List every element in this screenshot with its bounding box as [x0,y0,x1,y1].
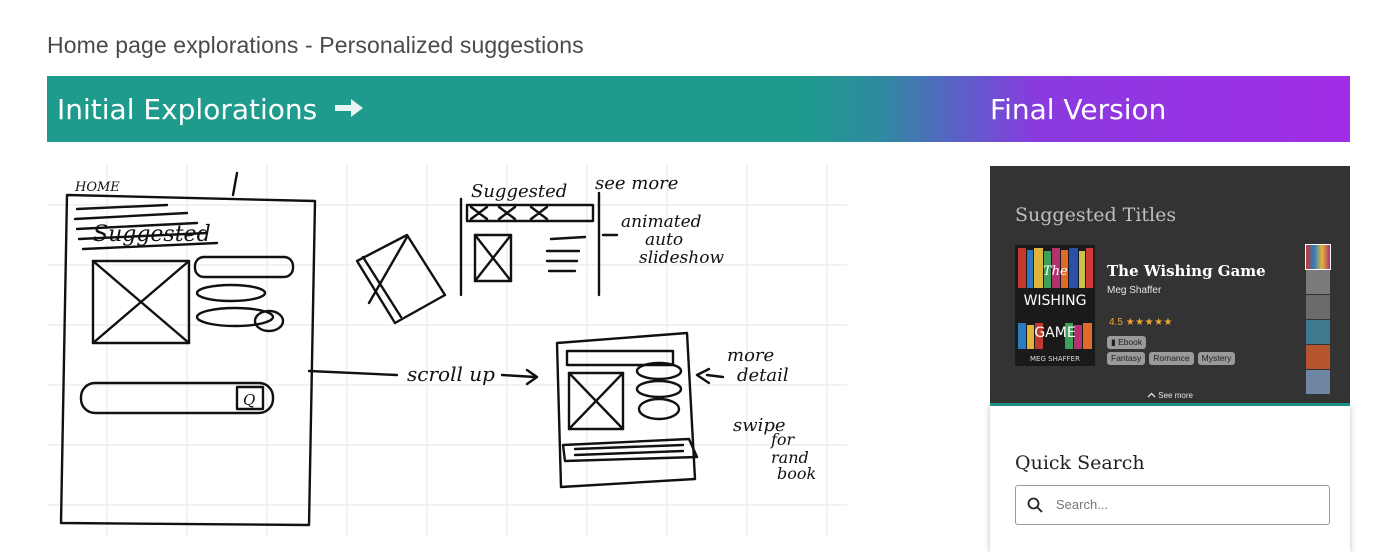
carousel-thumbnail[interactable] [1306,270,1330,294]
quick-search-heading: Quick Search [1015,452,1145,474]
search-field[interactable] [1015,485,1330,525]
ebook-icon: ▮ [1111,337,1116,347]
genre-tag[interactable]: Mystery [1197,352,1236,365]
sketch-suggested-top: Suggested [471,181,567,202]
suggested-titles-card: Suggested Titles The WISHING GAME MEG SH… [990,166,1350,403]
sketch-more: more [727,345,774,366]
genre-tags: Fantasy Romance Mystery [1107,352,1236,365]
carousel-thumbnail[interactable] [1306,345,1330,369]
final-version-mockup: Suggested Titles The WISHING GAME MEG SH… [990,166,1350,552]
chevron-up-icon [1147,391,1158,400]
carousel-thumbnails [1305,244,1331,395]
format-label: Ebook [1118,337,1143,347]
rating-stars: ★★★★★ [1125,317,1174,328]
search-input[interactable] [1056,486,1316,522]
rating-value: 4.5 [1109,317,1123,328]
suggested-titles-heading: Suggested Titles [1015,204,1177,226]
right-arrow-icon [333,93,365,126]
carousel-thumbnail[interactable] [1306,295,1330,319]
sketch-detail-phone [555,331,697,489]
book-cover[interactable]: The WISHING GAME MEG SHAFFER [1015,245,1095,366]
final-version-label: Final Version [990,92,1167,126]
sketch-detail: detail [737,365,789,386]
cover-text-the: The [1043,264,1068,279]
initial-explorations-label: Initial Explorations [57,92,318,126]
carousel-thumbnail[interactable] [1305,244,1331,270]
sketch-scroll-up: scroll up [407,362,495,386]
book-title[interactable]: The Wishing Game [1107,262,1266,280]
search-icon [1027,497,1043,513]
format-badge: ▮ Ebook [1107,336,1147,349]
section-banner: Initial Explorations Final Version [47,76,1350,142]
sketch-home-label: HOME [74,180,120,195]
see-more-label: See more [1158,391,1193,400]
carousel-thumbnail[interactable] [1306,320,1330,344]
cover-text-wishing: WISHING [1024,293,1087,309]
cover-text-game: GAME [1034,325,1075,341]
genre-tag[interactable]: Romance [1149,352,1194,365]
sketch-suggested-label: Suggested [93,222,211,247]
sketch-image: HOME Suggested Q scroll up Suggested see… [47,165,847,537]
sketch-see-more: see more [595,173,678,194]
book-author: Meg Shaffer [1107,285,1162,296]
sketch-book: book [777,464,816,483]
banner-initial: Initial Explorations [57,76,365,142]
sketch-slideshow: slideshow [639,248,724,268]
cover-text-author: MEG SHAFFER [1030,355,1080,363]
sketch-animated: animated [621,212,702,232]
book-rating: 4.5 ★★★★★ [1109,317,1173,328]
see-more-button[interactable]: See more [990,391,1350,400]
genre-tag[interactable]: Fantasy [1107,352,1146,365]
sketch-auto: auto [645,230,683,250]
quick-search-panel: Quick Search [990,406,1350,552]
page-title: Home page explorations - Personalized su… [47,32,584,58]
sketch-search-glyph: Q [243,391,255,409]
sketch-for: for [770,430,796,449]
